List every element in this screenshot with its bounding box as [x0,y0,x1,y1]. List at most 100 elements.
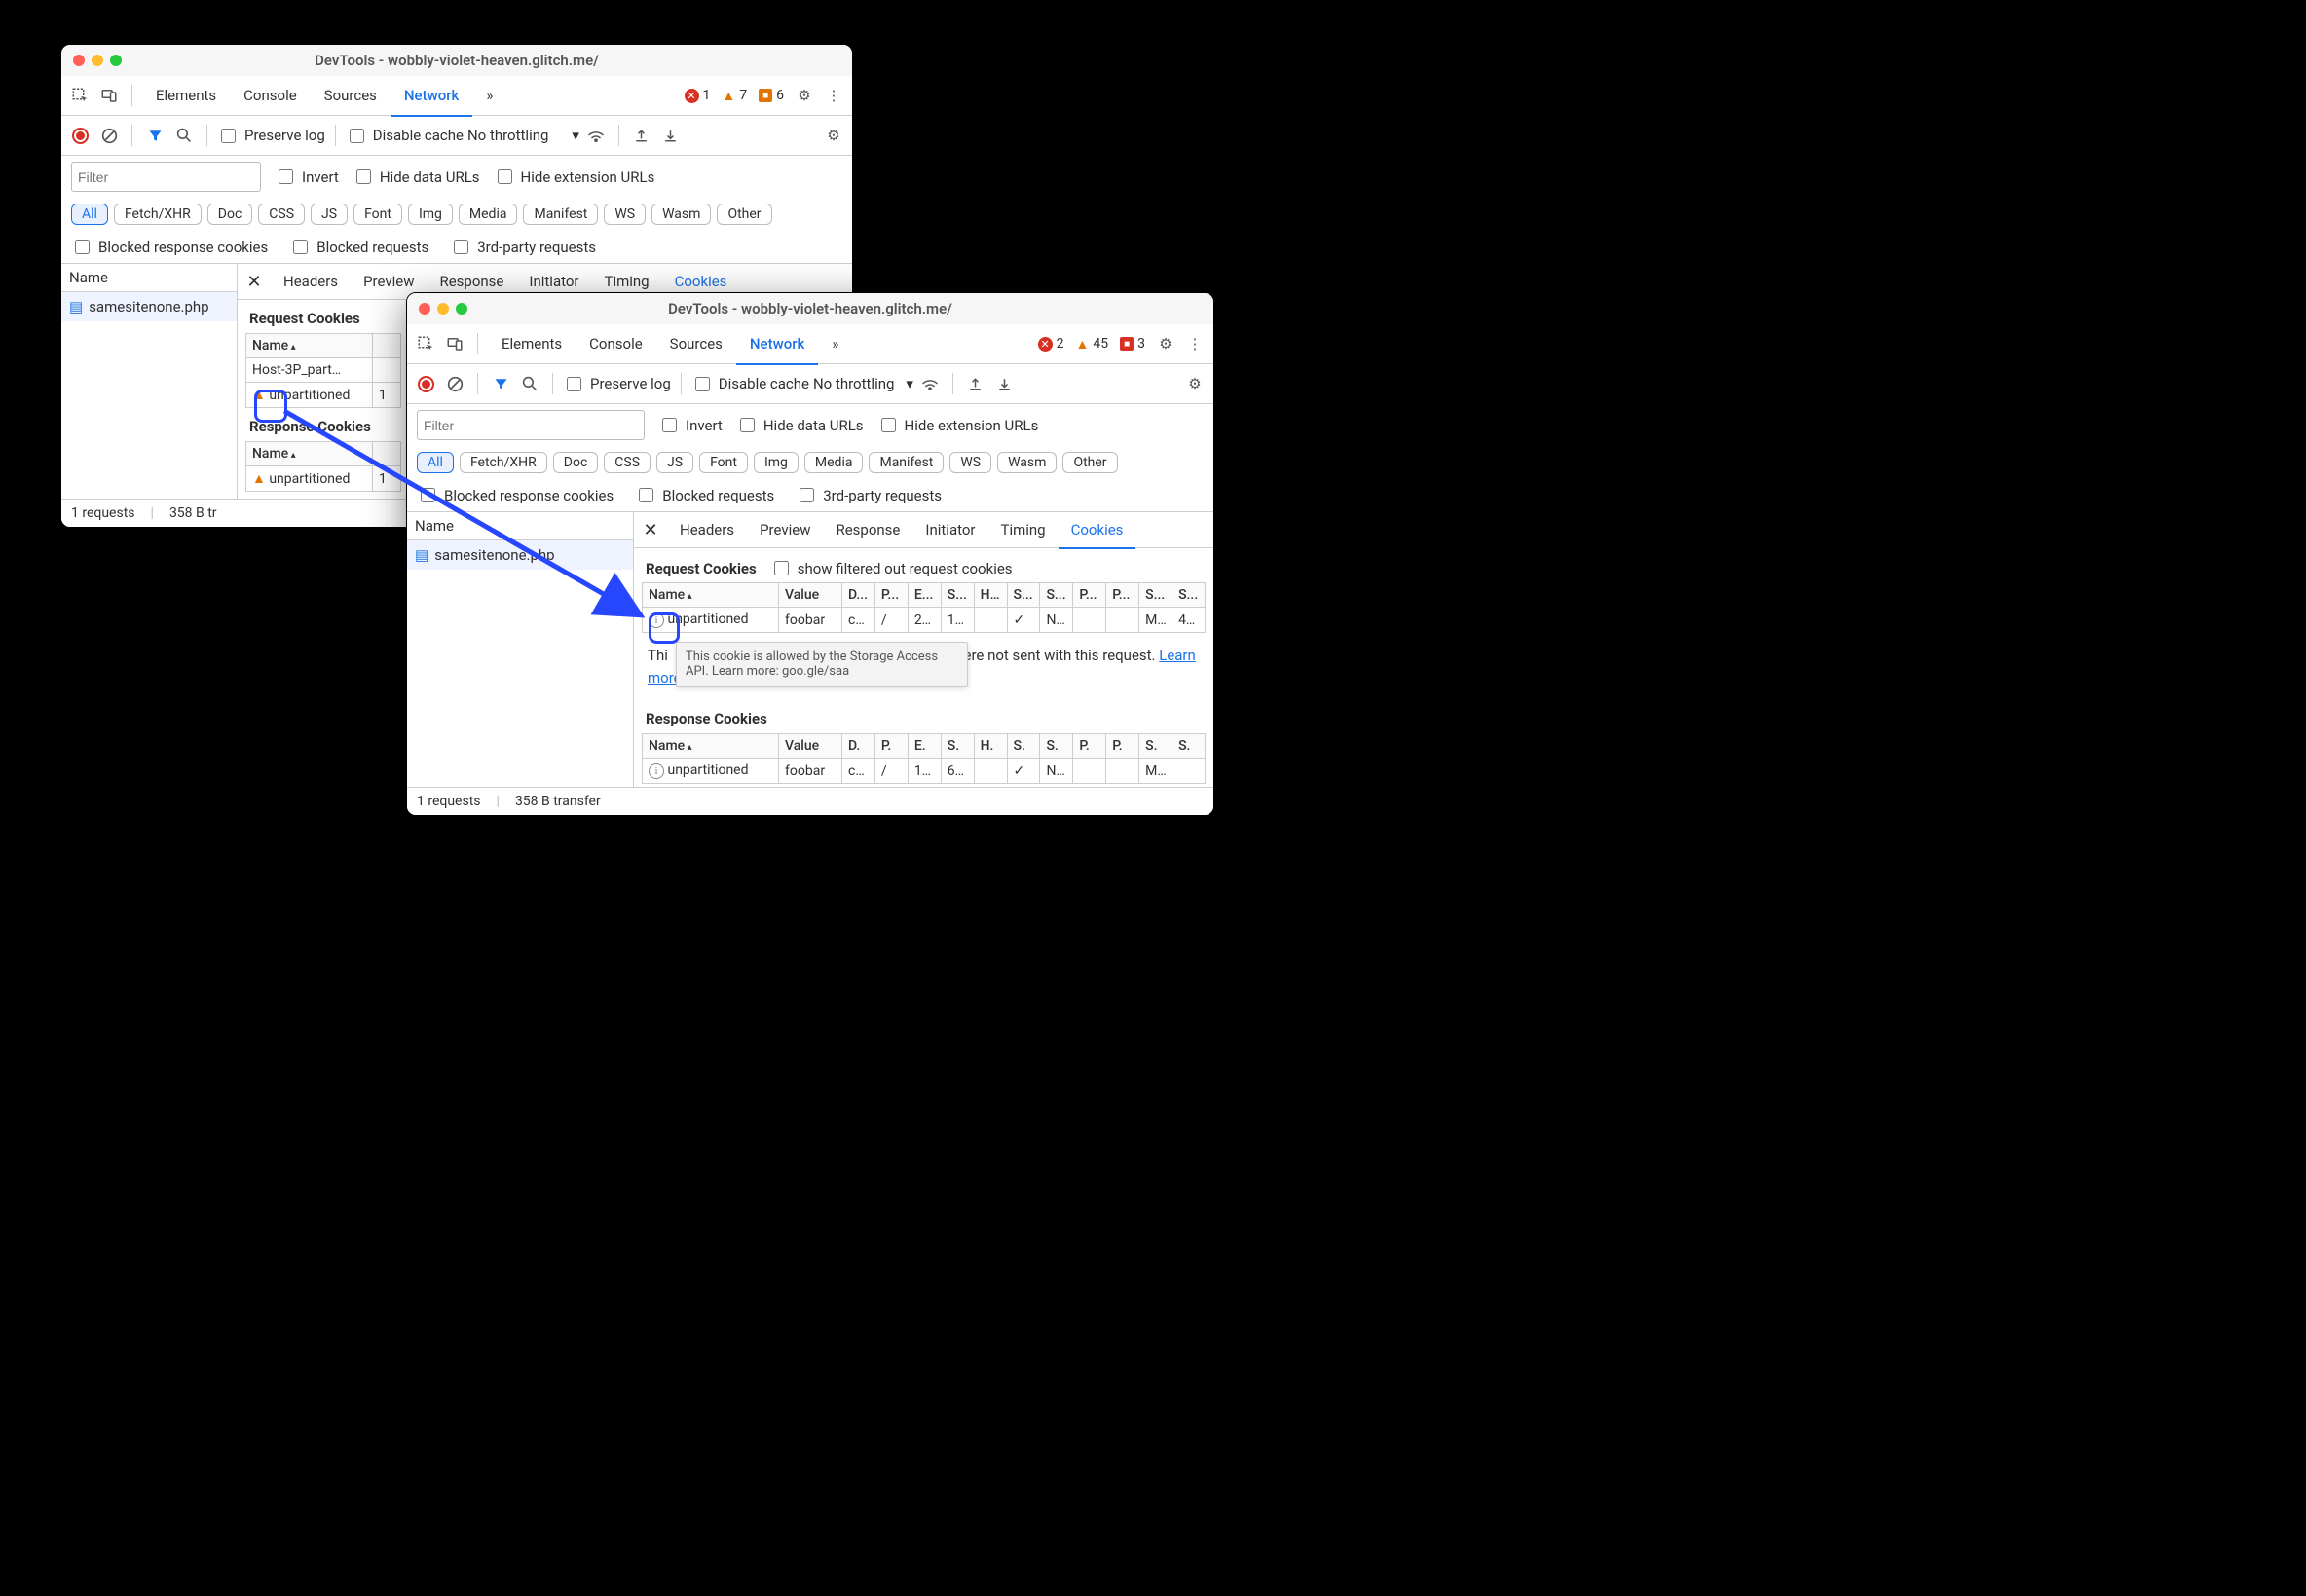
disable-cache-checkbox[interactable]: Disable cache [691,374,809,394]
col-size[interactable]: S... [941,583,974,608]
chip-all[interactable]: All [71,204,108,225]
col-partition[interactable]: P... [1073,583,1106,608]
traffic-minimize[interactable] [437,303,449,315]
col-name[interactable]: Name [246,334,373,358]
chip-img[interactable]: Img [408,204,453,225]
request-cookies-table[interactable]: Name Value D... P... E... S... H... S...… [642,582,1206,633]
titlebar[interactable]: DevTools - wobbly-violet-heaven.glitch.m… [407,293,1213,324]
col-priority[interactable]: P... [1106,583,1139,608]
search-icon[interactable] [171,123,197,148]
info-icon[interactable]: i [649,763,664,779]
traffic-minimize[interactable] [92,55,103,66]
hide-data-urls-checkbox[interactable]: Hide data URLs [736,415,864,435]
chip-ws[interactable]: WS [604,204,646,225]
tab-network[interactable]: Network [736,324,818,365]
requests-list[interactable]: Name ▤ samesitenone.php [61,264,238,517]
table-row[interactable]: i unpartitioned foobar c… / 2… 1… ✓ N… M… [643,608,1206,633]
tab-sources[interactable]: Sources [656,324,736,363]
traffic-zoom[interactable] [456,303,467,315]
hide-data-urls-checkbox[interactable]: Hide data URLs [353,167,480,187]
throttling-select[interactable]: No throttling ▾ [467,127,579,144]
detail-tab-preview[interactable]: Preview [747,512,823,547]
detail-tab-headers[interactable]: Headers [271,264,351,299]
throttling-select[interactable]: No throttling ▾ [813,375,913,392]
chip-other[interactable]: Other [1062,452,1117,473]
network-settings-gear-icon[interactable]: ⚙ [821,123,846,148]
col-s1[interactable]: S... [1139,583,1172,608]
col-path[interactable]: P... [874,583,908,608]
col-value[interactable]: Value [779,583,842,608]
chip-wasm[interactable]: Wasm [651,204,711,225]
record-button[interactable] [67,123,93,148]
device-toolbar-icon[interactable] [96,83,122,108]
clear-button[interactable] [442,371,467,396]
table-row[interactable]: i unpartitioned foobar c…/ 1…6… ✓ N… M… [643,759,1206,784]
chip-manifest[interactable]: Manifest [523,204,598,225]
chip-manifest[interactable]: Manifest [869,452,944,473]
blocked-requests-checkbox[interactable]: Blocked requests [289,237,428,257]
blocked-response-cookies-checkbox[interactable]: Blocked response cookies [71,237,268,257]
invert-checkbox[interactable]: Invert [658,415,723,435]
device-toolbar-icon[interactable] [442,331,467,356]
chip-media[interactable]: Media [804,452,864,473]
col-expires[interactable]: E... [908,583,941,608]
chip-ws[interactable]: WS [949,452,991,473]
close-detail-icon[interactable]: ✕ [238,272,271,292]
traffic-zoom[interactable] [110,55,122,66]
chip-doc[interactable]: Doc [207,204,253,225]
disable-cache-checkbox[interactable]: Disable cache [346,126,464,146]
inspect-element-icon[interactable] [67,83,93,108]
col-samesite[interactable]: S... [1040,583,1073,608]
col-value[interactable]: Value [779,734,842,759]
more-menu-icon[interactable]: ⋮ [821,83,846,108]
chip-other[interactable]: Other [717,204,771,225]
filter-input[interactable] [71,162,261,192]
search-icon[interactable] [517,371,542,396]
table-row[interactable]: Host-3P_part… [246,358,401,383]
settings-gear-icon[interactable]: ⚙ [792,83,817,108]
detail-tab-headers[interactable]: Headers [667,512,747,547]
tabs-overflow[interactable]: » [472,76,506,115]
invert-checkbox[interactable]: Invert [275,167,339,187]
detail-tab-response[interactable]: Response [823,512,912,547]
filter-funnel-icon[interactable] [142,123,167,148]
chip-img[interactable]: Img [754,452,799,473]
upload-har-icon[interactable] [963,371,988,396]
chip-wasm[interactable]: Wasm [997,452,1057,473]
third-party-requests-checkbox[interactable]: 3rd-party requests [796,485,942,505]
response-cookies-table[interactable]: Name Value D.P. E.S. H.S. S.P. P.S. S. i… [642,733,1206,784]
issues-badge[interactable]: ■3 [1116,335,1149,353]
warnings-badge[interactable]: ▲45 [1072,335,1113,353]
detail-tab-initiator[interactable]: Initiator [912,512,987,547]
issues-badge[interactable]: ■6 [755,87,788,104]
tab-elements[interactable]: Elements [142,76,230,115]
tab-sources[interactable]: Sources [311,76,391,115]
network-settings-gear-icon[interactable]: ⚙ [1182,371,1208,396]
upload-har-icon[interactable] [629,123,654,148]
tab-console[interactable]: Console [576,324,656,363]
hide-extension-urls-checkbox[interactable]: Hide extension URLs [494,167,655,187]
more-menu-icon[interactable]: ⋮ [1182,331,1208,356]
request-row[interactable]: ▤ samesitenone.php [61,292,237,321]
inspect-element-icon[interactable] [413,331,438,356]
tabs-overflow[interactable]: » [818,324,852,363]
warnings-badge[interactable]: ▲7 [718,87,751,105]
clear-button[interactable] [96,123,122,148]
chip-js[interactable]: JS [311,204,348,225]
tab-console[interactable]: Console [230,76,311,115]
detail-tab-timing[interactable]: Timing [988,512,1059,547]
tab-network[interactable]: Network [391,76,472,117]
chip-media[interactable]: Media [459,204,518,225]
col-name[interactable]: Name [643,734,779,759]
preserve-log-checkbox[interactable]: Preserve log [217,126,325,146]
network-conditions-icon[interactable] [583,123,609,148]
errors-badge[interactable]: ✕2 [1034,335,1068,353]
settings-gear-icon[interactable]: ⚙ [1153,331,1178,356]
chip-css[interactable]: CSS [258,204,305,225]
col-domain[interactable]: D... [842,583,875,608]
filter-funnel-icon[interactable] [488,371,513,396]
traffic-close[interactable] [73,55,85,66]
chip-font[interactable]: Font [353,204,402,225]
col-httponly[interactable]: H... [974,583,1007,608]
record-button[interactable] [413,371,438,396]
